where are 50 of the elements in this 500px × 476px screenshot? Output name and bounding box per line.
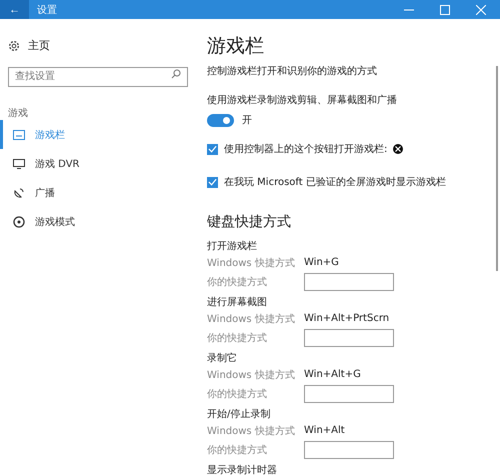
gauge-icon bbox=[13, 216, 25, 228]
shortcut-name: 进行屏幕截图 bbox=[207, 296, 268, 309]
maximize-icon[interactable] bbox=[440, 4, 450, 14]
section-label: 游戏 bbox=[8, 106, 29, 120]
section-title: 键盘快捷方式 bbox=[207, 213, 292, 231]
controller-logo-icon bbox=[393, 144, 404, 154]
shortcut-name: 打开游戏栏 bbox=[207, 240, 258, 253]
close-icon[interactable] bbox=[476, 4, 486, 14]
nav-item[interactable]: 广播 bbox=[0, 178, 182, 207]
shortcut-label: 你的快捷方式 bbox=[207, 388, 268, 400]
shortcut-value: Win+Alt bbox=[304, 425, 345, 436]
shortcut-label: 你的快捷方式 bbox=[207, 444, 268, 456]
shortcut-label: 你的快捷方式 bbox=[207, 276, 268, 288]
back-button[interactable]: ← bbox=[0, 0, 29, 19]
shortcut-label: 你的快捷方式 bbox=[207, 332, 268, 344]
shortcut-name: 显示录制计时器 bbox=[207, 464, 278, 476]
monitor-icon bbox=[13, 158, 25, 168]
window-title: 设置 bbox=[37, 4, 58, 16]
shortcut-label: Windows 快捷方式 bbox=[207, 368, 296, 382]
shortcut-input-field[interactable] bbox=[304, 440, 394, 458]
scrollbar[interactable] bbox=[496, 66, 498, 271]
search-field[interactable]: 查找设置 bbox=[8, 66, 188, 86]
shortcut-input-field[interactable] bbox=[304, 384, 394, 402]
shortcut-name: 开始/停止录制 bbox=[207, 408, 272, 421]
gamebar-icon bbox=[13, 130, 25, 140]
shortcut-value: Win+G bbox=[304, 257, 339, 268]
shortcut-value: Win+Alt+PrtScrn bbox=[304, 313, 390, 324]
nav-item[interactable]: 游戏模式 bbox=[0, 207, 182, 236]
checkbox-label: 使用控制器上的这个按钮打开游戏栏: bbox=[224, 142, 388, 156]
nav-item[interactable]: 游戏栏 bbox=[0, 120, 182, 149]
nav-item[interactable]: 游戏 DVR bbox=[0, 149, 182, 178]
shortcut-label: Windows 快捷方式 bbox=[207, 312, 296, 326]
description: 控制游戏栏打开和识别你的游戏的方式 bbox=[207, 64, 378, 78]
settings-icon[interactable] bbox=[8, 40, 20, 52]
checkbox-label: 在我玩 Microsoft 已验证的全屏游戏时显示游戏栏 bbox=[224, 176, 446, 189]
shortcut-label: Windows 快捷方式 bbox=[207, 424, 296, 438]
checkbox[interactable] bbox=[207, 176, 218, 188]
page-title: 游戏栏 bbox=[207, 34, 265, 59]
toggle-label: 使用游戏栏录制游戏剪辑、屏幕截图和广播 bbox=[207, 94, 398, 107]
shortcut-input-field[interactable] bbox=[304, 328, 394, 346]
shortcut-label: Windows 快捷方式 bbox=[207, 256, 296, 270]
satellite-dish-icon bbox=[13, 186, 25, 198]
checkbox[interactable] bbox=[207, 144, 218, 154]
toggle-state: 开 bbox=[242, 114, 252, 127]
shortcut-value: Win+Alt+G bbox=[304, 369, 361, 380]
home-link[interactable]: 主页 bbox=[28, 38, 50, 53]
toggle-switch[interactable] bbox=[207, 114, 234, 126]
shortcut-name: 录制它 bbox=[207, 352, 238, 365]
shortcut-input-field[interactable] bbox=[304, 272, 394, 290]
search-icon bbox=[171, 69, 181, 79]
